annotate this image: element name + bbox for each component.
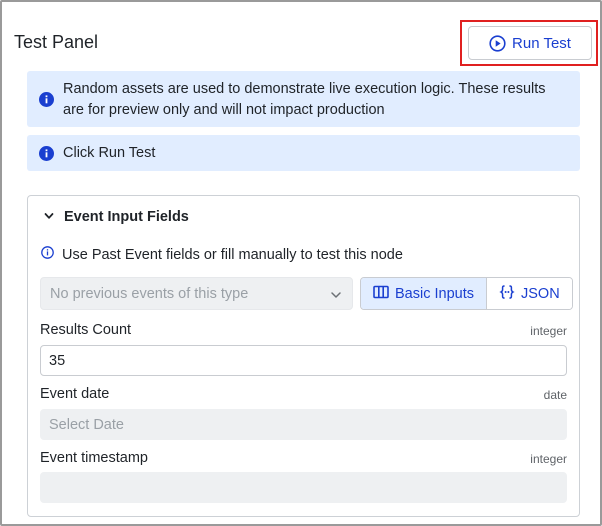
run-test-label: Run Test — [512, 34, 571, 52]
event-timestamp-input[interactable] — [40, 472, 567, 503]
past-events-placeholder: No previous events of this type — [50, 285, 249, 302]
tab-basic-inputs-label: Basic Inputs — [395, 285, 474, 302]
event-date-input[interactable]: Select Date — [40, 409, 567, 440]
info-outline-icon — [41, 246, 54, 263]
preview-notice: Random assets are used to demonstrate li… — [27, 71, 580, 127]
panel-title: Test Panel — [14, 32, 99, 52]
tab-json-label: JSON — [521, 285, 560, 302]
input-mode-toggle: Basic Inputs JSON — [360, 277, 573, 310]
event-input-title: Event Input Fields — [64, 209, 189, 225]
results-count-type: integer — [530, 324, 567, 338]
tab-json[interactable]: JSON — [487, 278, 572, 309]
info-circle-icon — [39, 92, 54, 114]
columns-icon — [373, 285, 389, 303]
info-circle-icon — [39, 146, 54, 168]
event-date-type: date — [543, 388, 567, 402]
event-input-card: Event Input Fields Use Past Event fields… — [27, 195, 580, 517]
play-circle-icon — [489, 34, 506, 52]
past-events-select[interactable]: No previous events of this type — [40, 277, 353, 310]
chevron-down-icon — [330, 289, 342, 305]
test-panel: Test Panel Run Test Random assets are us… — [0, 0, 602, 526]
tab-basic-inputs[interactable]: Basic Inputs — [361, 278, 487, 309]
event-input-hint-text: Use Past Event fields or fill manually t… — [62, 246, 403, 263]
event-input-hint: Use Past Event fields or fill manually t… — [41, 246, 403, 263]
chevron-down-icon — [44, 209, 54, 225]
preview-notice-text: Random assets are used to demonstrate li… — [63, 81, 546, 118]
event-timestamp-label: Event timestamp — [40, 450, 148, 466]
results-count-label: Results Count — [40, 322, 132, 338]
event-timestamp-type: integer — [530, 452, 567, 466]
run-hint-text: Click Run Test — [63, 145, 156, 161]
run-test-button[interactable]: Run Test — [468, 26, 592, 60]
event-input-toggle[interactable]: Event Input Fields — [44, 209, 189, 225]
braces-icon — [499, 284, 515, 304]
results-count-input[interactable]: 35 — [40, 345, 567, 376]
run-hint-notice: Click Run Test — [27, 135, 580, 171]
event-date-label: Event date — [40, 386, 110, 402]
